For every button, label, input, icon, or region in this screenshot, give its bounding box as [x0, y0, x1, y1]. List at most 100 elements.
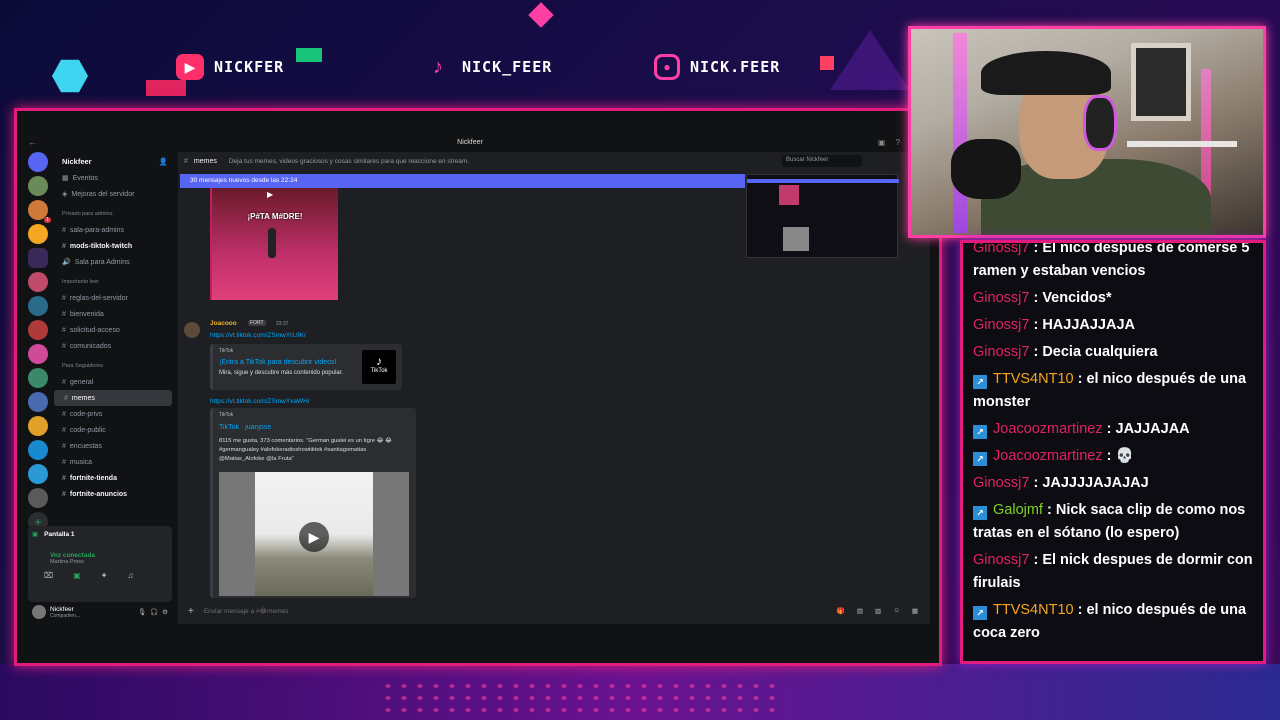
server-icon-active[interactable] [28, 248, 48, 268]
composer-tools: 🎁 ▤ ▧ ☺ ▦ [837, 607, 918, 615]
server-icon[interactable]: 1 [28, 200, 51, 223]
channel-item[interactable]: # fortnite-tienda [52, 470, 174, 486]
embed-title[interactable]: TikTok · juanjose [219, 424, 410, 431]
hash-icon: # [184, 157, 188, 165]
settings-gear-icon[interactable]: ⚙ [162, 608, 168, 616]
chat-username[interactable]: Ginossj7 [973, 243, 1029, 256]
gift-icon[interactable]: 🎁 [837, 607, 845, 615]
channel-item[interactable]: # sala-para-admins [52, 222, 174, 238]
hash-icon: # [62, 326, 66, 334]
tiktok-link[interactable]: https://vt.tiktok.com/ZSmwYxaWH/ [210, 398, 310, 405]
channel-item[interactable]: # reglas-del-servidor [52, 290, 174, 306]
channel-item[interactable]: # solicitud-acceso [52, 322, 174, 338]
emoji-icon[interactable]: ☺ [893, 607, 900, 615]
hash-icon: # [62, 410, 66, 418]
chat-username[interactable]: Joacoozmartinez [993, 421, 1103, 437]
chat-message: ↗ TTVS4NT10 : el nico después de una mons… [973, 368, 1253, 414]
add-user-icon[interactable]: 👤 [159, 157, 168, 166]
home-server-icon[interactable] [28, 152, 48, 172]
sticker-icon[interactable]: ▧ [875, 607, 881, 615]
chat-message: Ginossj7 : Vencidos* [973, 287, 1253, 310]
server-name: Nickfeer [62, 156, 92, 166]
channel-item[interactable]: # comunicados [52, 338, 174, 354]
prime-badge-icon: ↗ [973, 606, 987, 620]
channel-item-active[interactable]: # memes [54, 390, 172, 406]
chat-username[interactable]: TTVS4NT10 [993, 602, 1074, 618]
server-icon[interactable] [28, 344, 48, 364]
decor-triangle [830, 30, 910, 90]
chat-message: Ginossj7 : JAJJJJAJAJAJ [973, 472, 1253, 495]
instagram-handle: NICK.FEER [690, 58, 781, 76]
channel-item[interactable]: # bienvenida [52, 306, 174, 322]
category-admins[interactable]: Privado para admins [52, 206, 174, 222]
nav-events[interactable]: ▦ Eventos [52, 170, 174, 186]
embed-provider: TikTok [219, 412, 234, 418]
soundboard-icon[interactable]: ♫ [127, 571, 133, 580]
channel-item[interactable]: # fortnite-anuncios [52, 486, 174, 502]
avatar[interactable] [32, 605, 46, 619]
chat-separator: : [1102, 421, 1116, 437]
video-thumbnail[interactable]: ▶ [219, 472, 409, 596]
server-icon[interactable] [28, 296, 48, 316]
chat-message: ↗ TTVS4NT10 : el nico después de una coca… [973, 599, 1253, 645]
search-input[interactable]: Buscar Nickfeer [782, 155, 862, 167]
gif-icon[interactable]: ▤ [857, 607, 863, 615]
channel-item[interactable]: # code-public [52, 422, 174, 438]
channel-item[interactable]: # musica [52, 454, 174, 470]
server-icon[interactable] [28, 176, 48, 196]
apps-icon[interactable]: ▦ [912, 607, 918, 615]
headphones-icon[interactable]: 🎧 [150, 608, 158, 616]
chat-text: JAJJJJAJAJAJ [1042, 475, 1149, 491]
play-icon[interactable]: ▶ [299, 522, 329, 552]
server-icon[interactable] [28, 440, 48, 460]
tiktok-link[interactable]: https://vt.tiktok.com/ZSmwYrL9K/ [210, 332, 306, 339]
chat-username[interactable]: Ginossj7 [973, 317, 1029, 333]
channel-item[interactable]: # general [52, 374, 174, 390]
chat-username[interactable]: Ginossj7 [973, 344, 1029, 360]
chat-username[interactable]: Ginossj7 [973, 552, 1029, 568]
voice-channel-item[interactable]: 🔊 Sala para Admins [52, 254, 174, 270]
avatar[interactable] [184, 322, 200, 338]
message-composer[interactable]: + Enviar mensaje a #😂memes 🎁 ▤ ▧ ☺ ▦ [184, 602, 924, 620]
add-attachment-icon[interactable]: + [188, 606, 194, 617]
chat-username[interactable]: Joacoozmartinez [993, 448, 1103, 464]
screen-share-row[interactable]: ▣ Pantalla 1 [32, 530, 168, 539]
meme-image[interactable]: ▶ ¡P#TA M#DRE! [210, 188, 338, 300]
server-header[interactable]: Nickfeer 👤 [52, 152, 174, 170]
new-messages-bar[interactable]: 30 mensajes nuevos desde las 22:24 [180, 174, 745, 188]
chat-separator: : [1102, 448, 1116, 464]
screen-share-icon[interactable]: ▣ [73, 571, 81, 580]
back-arrow-icon[interactable]: ← [28, 137, 37, 147]
server-icon[interactable] [28, 320, 48, 340]
message-author[interactable]: Joacooo [210, 320, 237, 327]
hash-icon: # [62, 342, 66, 350]
nav-boosts[interactable]: ◈ Mejoras del servidor [52, 186, 174, 202]
chat-username[interactable]: Ginossj7 [973, 475, 1029, 491]
mic-icon[interactable]: 🎙 [138, 608, 146, 616]
preview-image [779, 185, 799, 205]
decor-diamond [528, 2, 554, 28]
camera-off-icon[interactable]: ⌧ [44, 571, 53, 580]
activities-icon[interactable]: ✦ [101, 571, 108, 580]
channel-item[interactable]: # encuestas [52, 438, 174, 454]
server-icon[interactable] [28, 224, 48, 244]
server-icon[interactable] [28, 416, 48, 436]
server-icon[interactable] [28, 488, 48, 508]
play-icon[interactable]: ▶ [267, 190, 273, 199]
message-input[interactable]: Enviar mensaje a #😂memes [204, 607, 289, 615]
category-important[interactable]: Importante leer [52, 274, 174, 290]
chat-username[interactable]: TTVS4NT10 [993, 371, 1074, 387]
server-icon[interactable] [28, 464, 48, 484]
category-followers[interactable]: Para Seguidores [52, 358, 174, 374]
help-icon[interactable]: ? [896, 138, 900, 147]
channel-item[interactable]: # mods-tiktok-twitch [52, 238, 174, 254]
inbox-icon[interactable]: ▣ [878, 138, 886, 147]
channel-item[interactable]: # code-privs [52, 406, 174, 422]
link-embed: TikTok ¡Entra a TikTok para descubrir vi… [210, 344, 402, 390]
chat-username[interactable]: Galojmf [993, 502, 1043, 518]
chat-username[interactable]: Ginossj7 [973, 290, 1029, 306]
server-icon[interactable] [28, 368, 48, 388]
server-icon[interactable] [28, 392, 48, 412]
user-panel: Nickfeer Compartien... 🎙 🎧 ⚙ [28, 602, 172, 622]
server-icon[interactable] [28, 272, 48, 292]
